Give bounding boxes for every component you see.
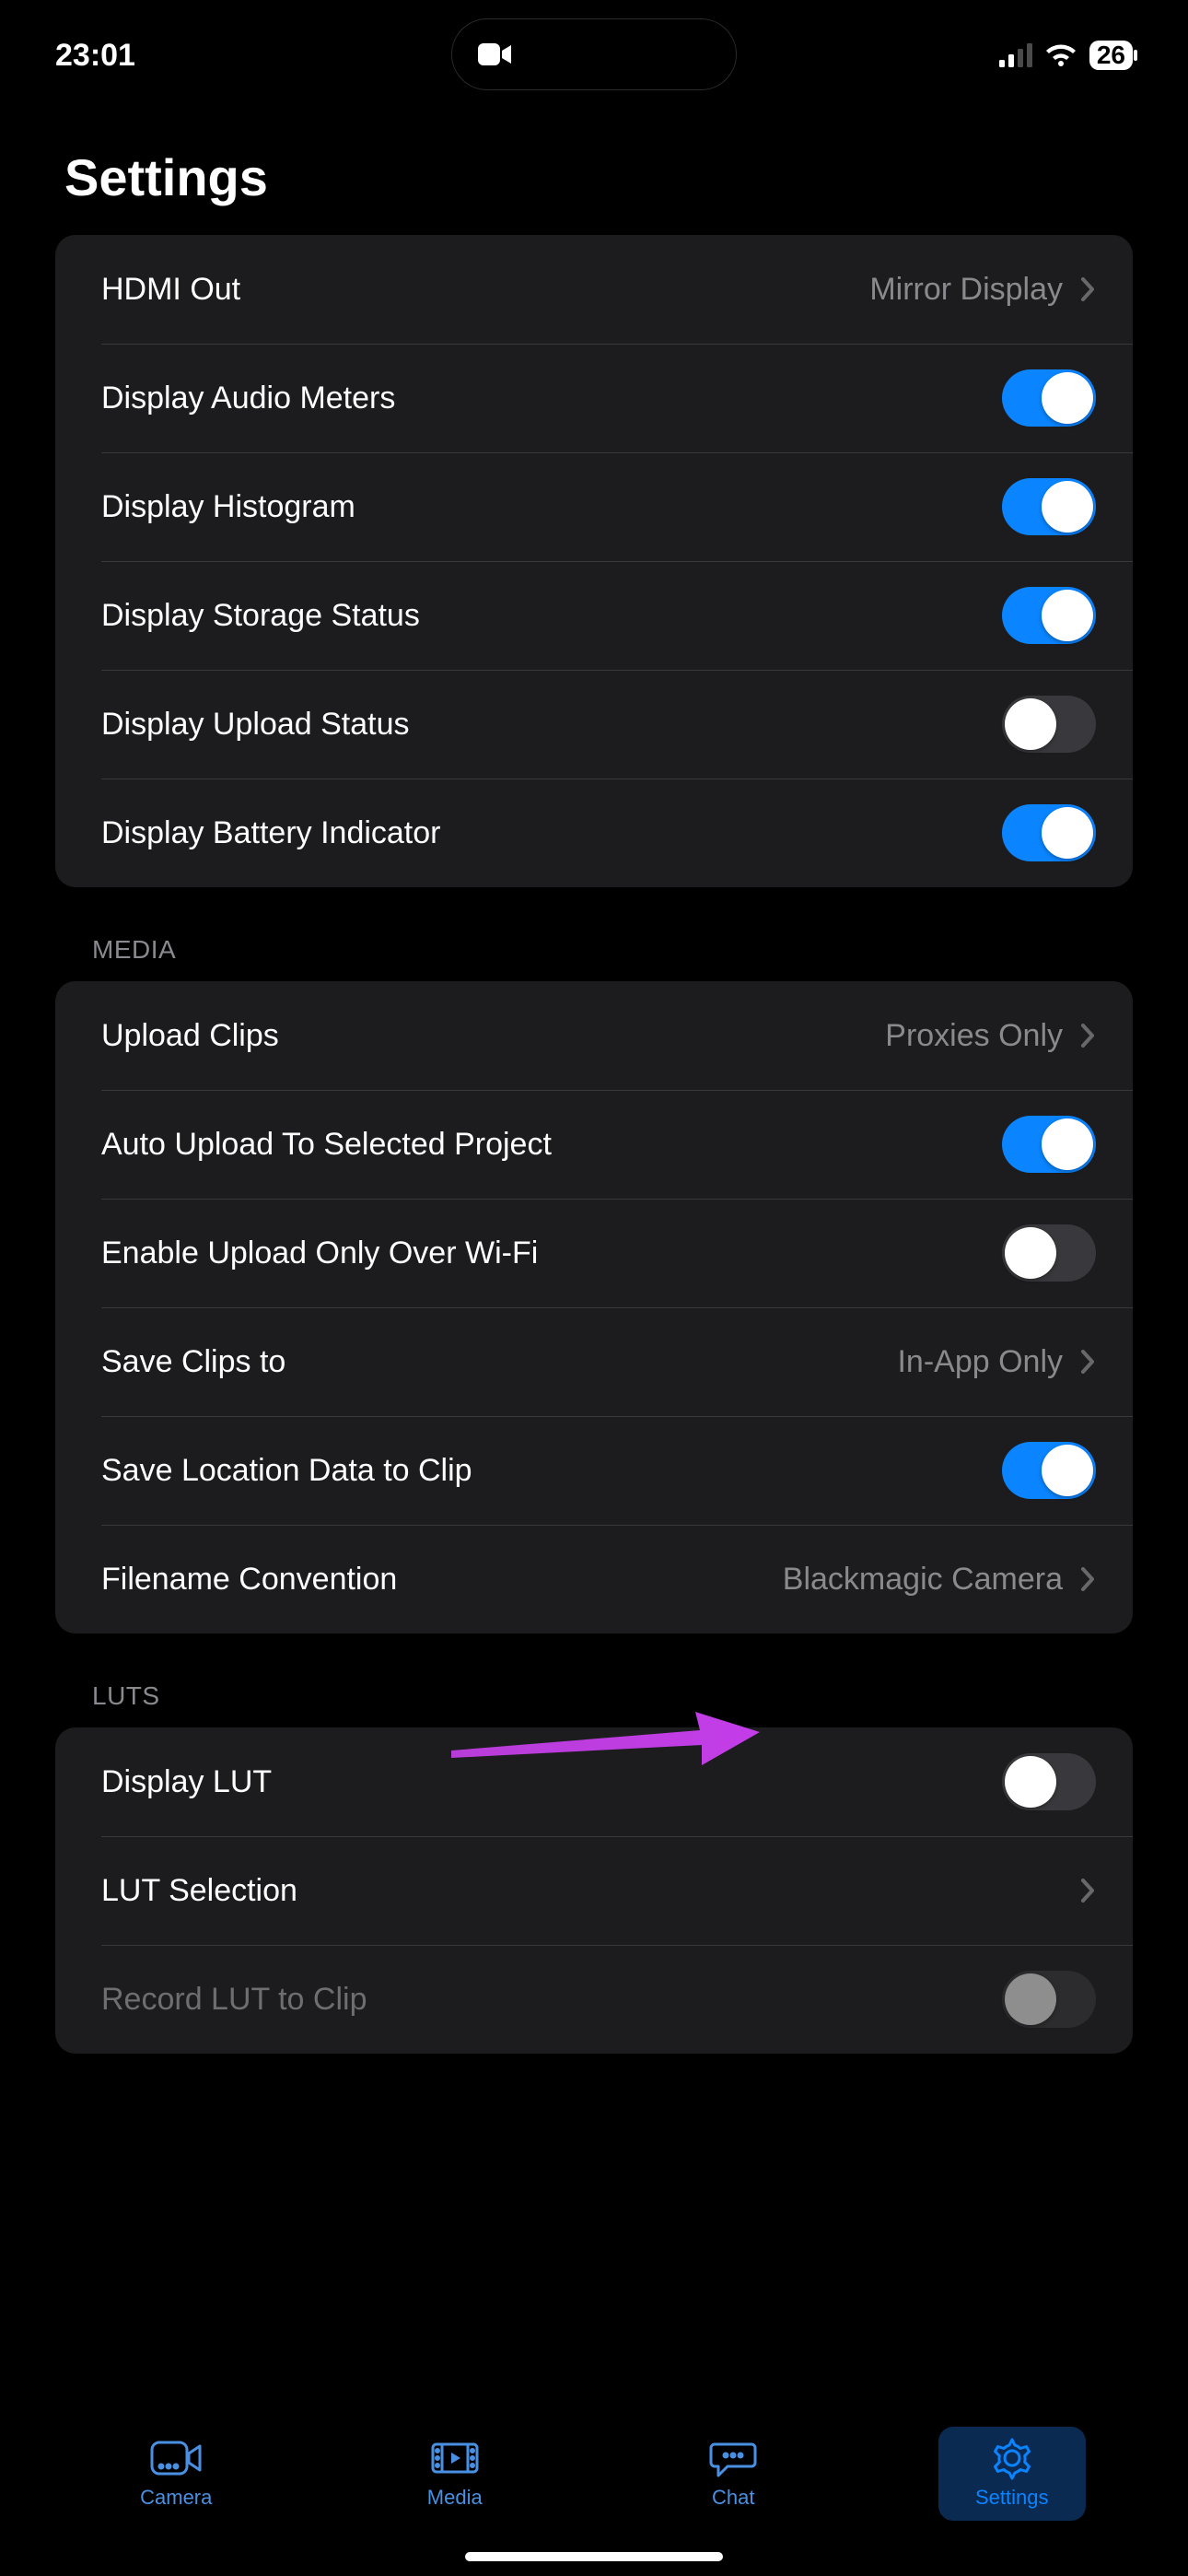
row-label: Filename Convention xyxy=(101,1562,397,1598)
camera-icon xyxy=(150,2438,202,2478)
section-display: HDMI Out Mirror Display Display Audio Me… xyxy=(55,235,1133,887)
battery-indicator: 26 xyxy=(1089,41,1133,70)
row-save-clips-to[interactable]: Save Clips to In-App Only xyxy=(55,1307,1133,1416)
toggle-upload-status[interactable] xyxy=(1002,696,1096,753)
row-display-storage-status: Display Storage Status xyxy=(55,561,1133,670)
row-label: Display LUT xyxy=(101,1764,272,1800)
toggle-histogram[interactable] xyxy=(1002,478,1096,535)
row-value: Proxies Only xyxy=(885,1018,1096,1054)
row-display-battery-indicator: Display Battery Indicator xyxy=(55,779,1133,887)
tab-chat[interactable]: Chat xyxy=(659,2427,807,2521)
row-filename-convention[interactable]: Filename Convention Blackmagic Camera xyxy=(55,1525,1133,1633)
tab-label: Camera xyxy=(140,2486,212,2510)
row-label: LUT Selection xyxy=(101,1873,297,1909)
tab-label: Media xyxy=(427,2486,483,2510)
status-bar: 23:01 26 xyxy=(0,0,1188,111)
status-time: 23:01 xyxy=(55,38,135,74)
row-display-histogram: Display Histogram xyxy=(55,452,1133,561)
chevron-right-icon xyxy=(1079,1348,1096,1376)
row-lut-selection[interactable]: LUT Selection xyxy=(55,1836,1133,1945)
row-value: In-App Only xyxy=(897,1344,1096,1380)
row-value: Blackmagic Camera xyxy=(783,1562,1096,1598)
tab-label: Chat xyxy=(712,2486,754,2510)
tab-settings[interactable]: Settings xyxy=(938,2427,1086,2521)
chevron-right-icon xyxy=(1079,1565,1096,1593)
row-hdmi-out[interactable]: HDMI Out Mirror Display xyxy=(55,235,1133,344)
row-label: Upload Clips xyxy=(101,1018,279,1054)
wifi-icon xyxy=(1043,42,1078,68)
toggle-battery-indicator[interactable] xyxy=(1002,804,1096,861)
section-header-media: MEDIA xyxy=(55,887,1133,981)
video-icon xyxy=(478,41,511,67)
media-icon xyxy=(429,2438,481,2478)
tab-label: Settings xyxy=(975,2486,1049,2510)
row-value: Mirror Display xyxy=(869,272,1096,308)
toggle-display-lut[interactable] xyxy=(1002,1753,1096,1810)
row-wifi-only: Enable Upload Only Over Wi-Fi xyxy=(55,1199,1133,1307)
row-display-lut: Display LUT xyxy=(55,1727,1133,1836)
chevron-right-icon xyxy=(1079,1877,1096,1904)
row-label: Display Histogram xyxy=(101,489,355,525)
toggle-wifi-only[interactable] xyxy=(1002,1224,1096,1282)
row-value xyxy=(1079,1877,1096,1904)
toggle-record-lut xyxy=(1002,1971,1096,2028)
section-media: Upload Clips Proxies Only Auto Upload To… xyxy=(55,981,1133,1633)
chevron-right-icon xyxy=(1079,275,1096,303)
row-label: Display Upload Status xyxy=(101,707,410,743)
settings-icon xyxy=(986,2438,1038,2478)
row-display-audio-meters: Display Audio Meters xyxy=(55,344,1133,452)
row-label: Enable Upload Only Over Wi-Fi xyxy=(101,1235,538,1271)
row-display-upload-status: Display Upload Status xyxy=(55,670,1133,779)
status-right: 26 xyxy=(999,41,1133,70)
row-label: Display Audio Meters xyxy=(101,381,395,416)
row-label: Save Location Data to Clip xyxy=(101,1453,472,1489)
dynamic-island[interactable] xyxy=(451,18,737,90)
toggle-auto-upload[interactable] xyxy=(1002,1116,1096,1173)
chevron-right-icon xyxy=(1079,1022,1096,1049)
row-upload-clips[interactable]: Upload Clips Proxies Only xyxy=(55,981,1133,1090)
tab-media[interactable]: Media xyxy=(381,2427,529,2521)
row-label: HDMI Out xyxy=(101,272,240,308)
row-record-lut: Record LUT to Clip xyxy=(55,1945,1133,2054)
row-label: Save Clips to xyxy=(101,1344,285,1380)
section-header-luts: LUTS xyxy=(55,1633,1133,1727)
row-save-location: Save Location Data to Clip xyxy=(55,1416,1133,1525)
toggle-save-location[interactable] xyxy=(1002,1442,1096,1499)
row-label: Auto Upload To Selected Project xyxy=(101,1127,552,1163)
section-luts: Display LUT LUT Selection Record LUT to … xyxy=(55,1727,1133,2054)
toggle-storage-status[interactable] xyxy=(1002,587,1096,644)
settings-content: HDMI Out Mirror Display Display Audio Me… xyxy=(0,235,1188,2054)
row-label: Display Battery Indicator xyxy=(101,815,441,851)
cellular-icon xyxy=(999,43,1032,67)
home-indicator[interactable] xyxy=(465,2552,723,2561)
page-title: Settings xyxy=(0,111,1188,235)
row-auto-upload: Auto Upload To Selected Project xyxy=(55,1090,1133,1199)
tab-bar: Camera Media xyxy=(0,2410,1188,2576)
toggle-audio-meters[interactable] xyxy=(1002,369,1096,427)
chat-icon xyxy=(707,2438,759,2478)
tab-camera[interactable]: Camera xyxy=(102,2427,250,2521)
row-label: Display Storage Status xyxy=(101,598,420,634)
row-label: Record LUT to Clip xyxy=(101,1982,367,2018)
